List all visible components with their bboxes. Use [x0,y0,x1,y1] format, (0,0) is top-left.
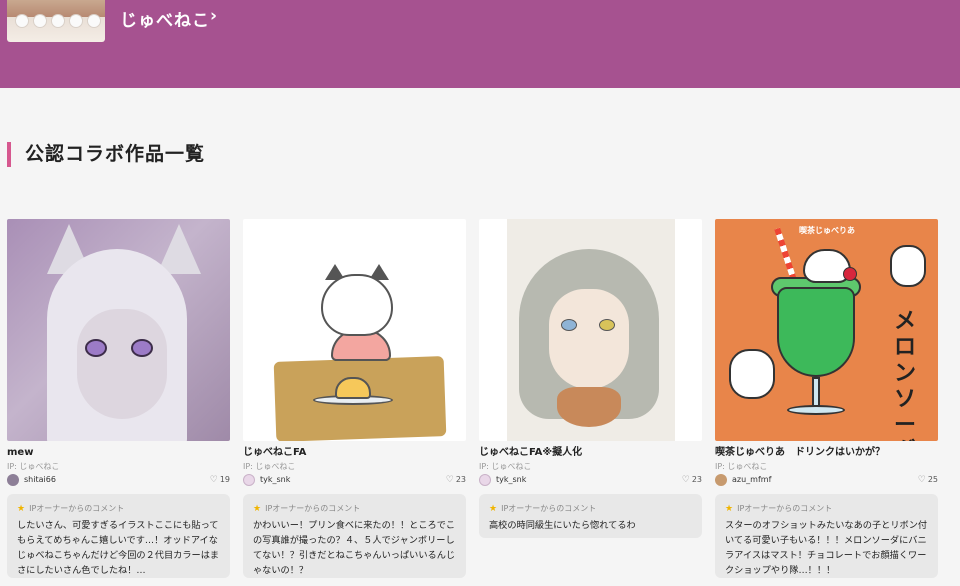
like-count: 23 [455,475,466,484]
like-button[interactable]: ♡ 19 [210,474,230,486]
artwork-card[interactable]: じゅべねこFA※擬人化 IP: じゅべねこ tyk_snk ♡ 23 ★ IPオーナ… [479,219,702,538]
chevron-right-icon[interactable]: › [210,6,217,26]
like-button[interactable]: ♡ 23 [446,474,466,486]
like-count: 19 [219,475,230,484]
artwork-vertical-text: メロンソーダ [893,309,916,441]
artwork-card[interactable]: mew IP: じゅべねこ shitai66 ♡ 19 ★ IPオーナーからのコメン… [7,219,230,578]
owner-comment: ★ IPオーナーからのコメント したいさん、可愛すぎるイラストここにも貼ってもらえ… [7,494,230,578]
comment-label: IPオーナーからのコメント [265,504,361,513]
heart-icon: ♡ [917,475,926,485]
like-count: 23 [691,475,702,484]
ip-header: じゅべねこ › [0,0,960,88]
ip-title-link[interactable]: じゅべねこ [120,6,210,31]
ip-thumbnail[interactable] [7,0,105,42]
comment-label: IPオーナーからのコメント [737,504,833,513]
comment-label: IPオーナーからのコメント [501,504,597,513]
artwork-meta: tyk_snk ♡ 23 [479,473,702,488]
comment-text: スターのオフショットみたいなあの子とリボン付いてる可愛い子もいる！！！メロンソー… [725,520,928,576]
avatar[interactable] [479,474,491,486]
artwork-ip: IP: じゅべねこ [7,462,60,471]
owner-comment: ★ IPオーナーからのコメント スターのオフショットみたいなあの子とリボン付いてる… [715,494,938,578]
star-icon: ★ [17,504,26,514]
like-button[interactable]: ♡ 25 [918,474,938,486]
artwork-thumbnail[interactable]: 喫茶じゅべりあ メロンソーダ [715,219,938,441]
star-icon: ★ [253,504,262,514]
artwork-meta: tyk_snk ♡ 23 [243,473,466,488]
artwork-thumbnail[interactable] [243,219,466,441]
avatar[interactable] [243,474,255,486]
section-title: 公認コラボ作品一覧 [7,142,205,167]
username[interactable]: shitai66 [24,474,56,486]
star-icon: ★ [489,504,498,514]
username[interactable]: azu_mfmf [732,474,771,486]
heart-icon: ♡ [445,475,454,485]
username[interactable]: tyk_snk [496,474,526,486]
username[interactable]: tyk_snk [260,474,290,486]
artwork-thumbnail[interactable] [7,219,230,441]
star-icon: ★ [725,504,734,514]
heart-icon: ♡ [209,475,218,485]
owner-comment: ★ IPオーナーからのコメント かわいいー！プリン食べに来たの！！ところでこの写真… [243,494,466,578]
artwork-title[interactable]: じゅべねこFA※擬人化 [479,446,702,460]
artwork-title[interactable]: じゅべねこFA [243,446,466,460]
comment-label: IPオーナーからのコメント [29,504,125,513]
owner-comment: ★ IPオーナーからのコメント 高校の時同級生にいたら惚れてるわ [479,494,702,538]
comment-text: したいさん、可愛すぎるイラストここにも貼ってもらえてめちゃんこ嬉しいです…！オッ… [17,520,220,576]
artwork-ip: IP: じゅべねこ [715,462,768,471]
comment-text: かわいいー！プリン食べに来たの！！ところでこの写真誰が撮ったの？４、５人でジャン… [253,520,456,576]
artwork-card[interactable]: 喫茶じゅべりあ メロンソーダ 喫茶じゅべりあ ドリンクはいかが？ IP: じゅべ… [715,219,938,578]
artwork-meta: shitai66 ♡ 19 [7,473,230,488]
artwork-meta: azu_mfmf ♡ 25 [715,473,938,488]
artwork-ip: IP: じゅべねこ [479,462,532,471]
heart-icon: ♡ [681,475,690,485]
avatar[interactable] [7,474,19,486]
artwork-title[interactable]: 喫茶じゅべりあ ドリンクはいかが？ [715,446,938,460]
artwork-ip: IP: じゅべねこ [243,462,296,471]
artwork-title[interactable]: mew [7,446,230,460]
avatar[interactable] [715,474,727,486]
artwork-card[interactable]: じゅべねこFA IP: じゅべねこ tyk_snk ♡ 23 ★ IPオーナーからの… [243,219,466,578]
like-button[interactable]: ♡ 23 [682,474,702,486]
like-count: 25 [927,475,938,484]
artwork-brand-text: 喫茶じゅべりあ [799,226,855,235]
artwork-thumbnail[interactable] [479,219,702,441]
comment-text: 高校の時同級生にいたら惚れてるわ [489,520,636,531]
